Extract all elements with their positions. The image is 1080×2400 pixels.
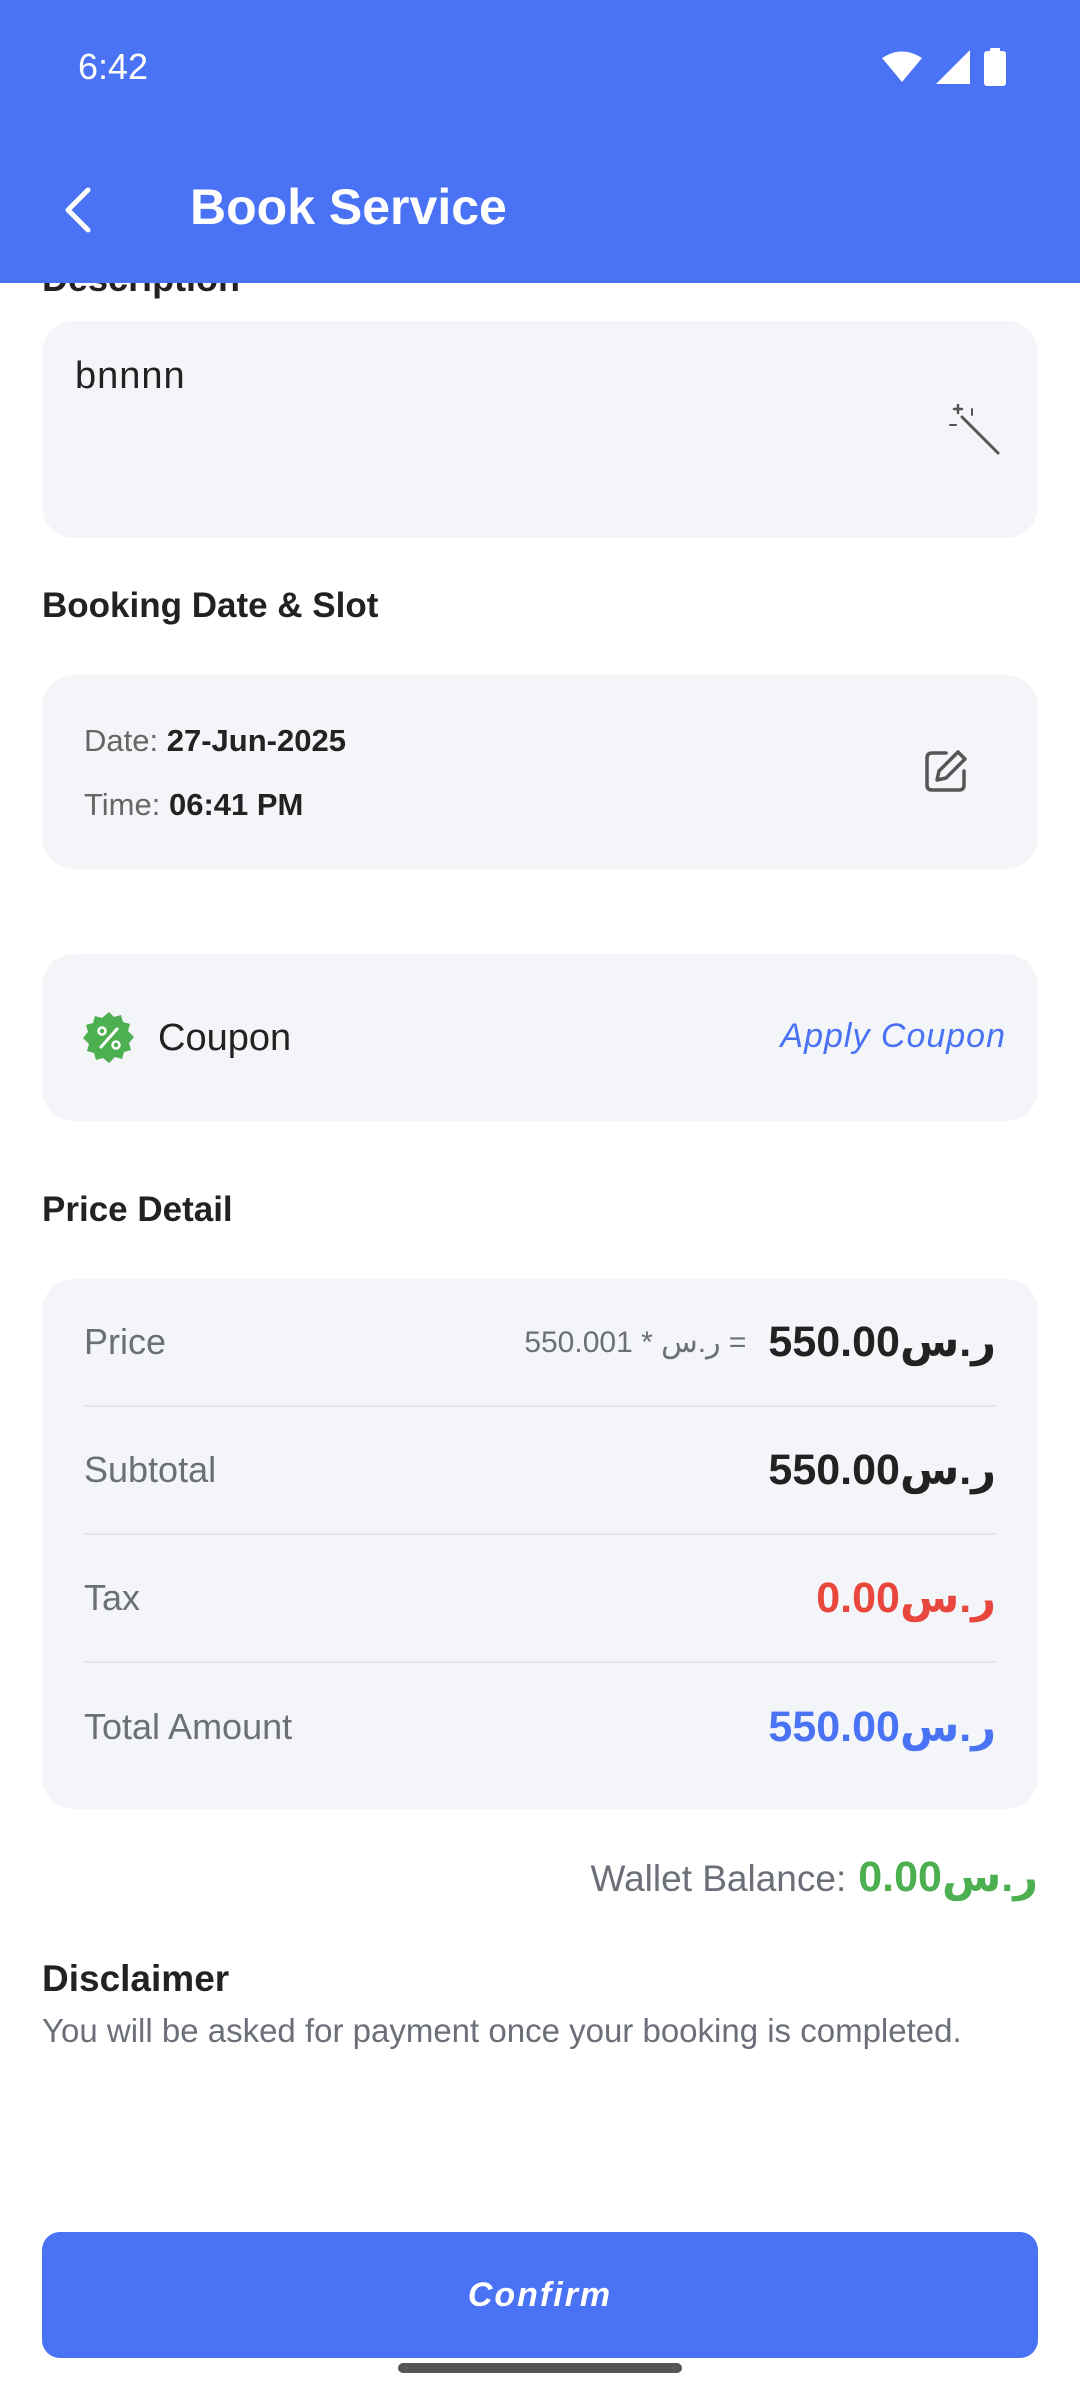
description-field[interactable]: bnnnn	[42, 321, 1038, 538]
tax-value: 0.00ر.س	[816, 1574, 996, 1622]
price-detail-title: Price Detail	[42, 1190, 233, 1229]
edit-icon[interactable]	[922, 747, 970, 795]
price-detail-card: Price 550.00ر.س * 1 = 550.00ر.س Subtotal…	[42, 1279, 1038, 1809]
total-amount-label: Total Amount	[84, 1706, 293, 1747]
total-amount-row: Total Amount 550.00ر.س	[84, 1663, 996, 1791]
booking-slot-card: Date: 27-Jun-2025 Time: 06:41 PM	[42, 675, 1038, 869]
disclaimer-title: Disclaimer	[42, 1958, 230, 1999]
wallet-balance-value: 0.00ر.س	[858, 1853, 1038, 1901]
battery-icon	[984, 48, 1006, 86]
status-time: 6:42	[78, 46, 149, 87]
confirm-button[interactable]: Confirm	[42, 2232, 1038, 2358]
price-label: Price	[84, 1321, 167, 1362]
back-button[interactable]	[52, 180, 102, 240]
price-value: 550.00ر.س	[768, 1318, 996, 1366]
coupon-card: Coupon Apply Coupon	[42, 954, 1038, 1121]
subtotal-row: Subtotal 550.00ر.س	[84, 1407, 996, 1535]
time-label: Time:	[84, 787, 161, 822]
page-title: Book Service	[190, 179, 507, 235]
status-icons	[882, 48, 1006, 86]
subtotal-value: 550.00ر.س	[768, 1446, 996, 1494]
booking-section-title: Booking Date & Slot	[42, 586, 379, 625]
back-arrow-icon	[65, 187, 91, 233]
price-calculation: 550.00ر.س * 1 =	[524, 1325, 747, 1359]
booking-date: Date: 27-Jun-2025	[84, 723, 346, 759]
disclaimer-text: You will be asked for payment once your …	[42, 2012, 962, 2049]
tax-label: Tax	[84, 1577, 141, 1618]
booking-time: Time: 06:41 PM	[84, 787, 303, 823]
app-bar: 6:42 Book Service	[0, 0, 1080, 283]
time-value: 06:41 PM	[168, 787, 304, 822]
tax-row: Tax 0.00ر.س	[84, 1535, 996, 1663]
apply-coupon-button[interactable]: Apply Coupon	[780, 1017, 1006, 1056]
date-label: Date:	[84, 723, 159, 758]
coupon-label: Coupon	[158, 1017, 292, 1059]
wallet-balance: Wallet Balance: 0.00ر.س	[591, 1852, 1038, 1902]
wallet-balance-label: Wallet Balance:	[590, 1858, 847, 1899]
percent-badge-icon	[83, 1012, 134, 1063]
signal-icon	[936, 50, 970, 84]
magic-wand-icon[interactable]	[948, 403, 1002, 457]
total-amount-value: 550.00ر.س	[768, 1703, 996, 1751]
description-value: bnnnn	[75, 355, 186, 397]
date-value: 27-Jun-2025	[166, 723, 346, 758]
subtotal-label: Subtotal	[84, 1449, 217, 1490]
wifi-icon	[882, 51, 922, 82]
home-indicator	[398, 2363, 682, 2373]
price-row: Price 550.00ر.س * 1 = 550.00ر.س	[84, 1279, 996, 1407]
